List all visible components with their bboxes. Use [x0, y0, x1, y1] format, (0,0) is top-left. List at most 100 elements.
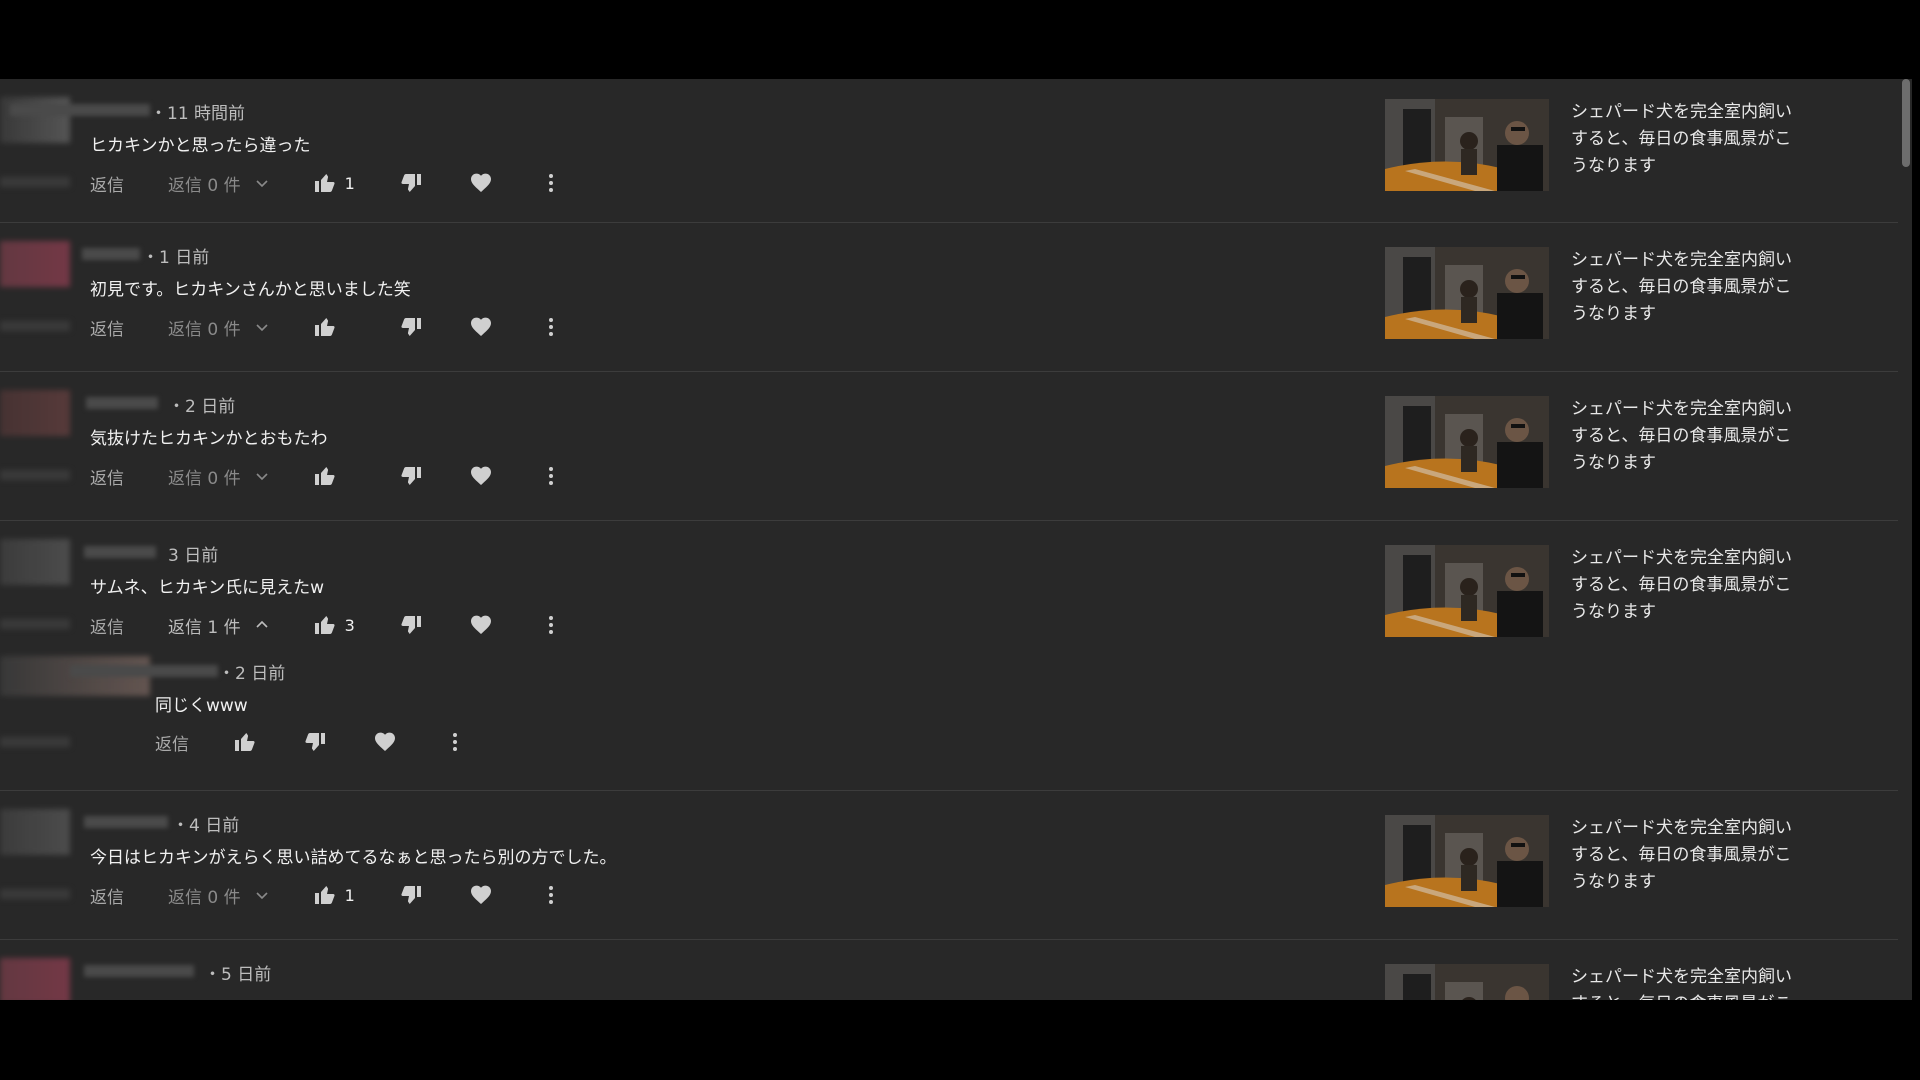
reply-count-label: 返信 0 件 [168, 175, 241, 196]
comment-actions: 返信 返信 0 件 1 [90, 880, 563, 910]
like-button[interactable] [233, 730, 257, 754]
reply-button[interactable]: 返信 [90, 464, 124, 489]
blurred-placeholder [0, 737, 70, 747]
video-thumbnail-image [1385, 247, 1549, 339]
heart-icon [375, 732, 395, 751]
reply-thread: ・2 日前 同じくwww 返信 [0, 641, 1300, 781]
video-title[interactable]: シェパード犬を完全室内飼いすると、毎日の食事風景がこうなります [1571, 247, 1801, 328]
comment-actions: 返信 返信 0 件 [90, 312, 563, 342]
reply-count-toggle[interactable]: 返信 0 件 [168, 315, 269, 340]
comment-time: ・4 日前 [172, 816, 240, 836]
more-vert-icon [453, 733, 457, 751]
dislike-button[interactable] [303, 730, 327, 754]
heart-icon [470, 885, 491, 904]
more-options-button[interactable] [539, 883, 563, 907]
reply-text: 同じくwww [155, 696, 248, 716]
reply-count-label: 返信 0 件 [168, 319, 241, 340]
video-title[interactable]: シェパード犬を完全室内飼いすると、毎日の食事風景がこうなります [1571, 964, 1801, 1000]
heart-icon [470, 173, 491, 192]
blurred-placeholder [0, 321, 70, 331]
like-count: 3 [344, 615, 355, 635]
scrollbar[interactable] [1900, 79, 1912, 1000]
author-name [86, 397, 158, 409]
heart-button[interactable] [469, 315, 493, 339]
more-vert-icon [548, 886, 553, 904]
blurred-placeholder [0, 889, 70, 899]
reply-button[interactable]: 返信 [90, 613, 124, 638]
video-thumbnail[interactable] [1385, 964, 1549, 1000]
blurred-placeholder [0, 177, 70, 187]
reply-count-toggle[interactable]: 返信 0 件 [168, 464, 269, 489]
dislike-button[interactable] [399, 883, 423, 907]
comment-time: 3 日前 [168, 546, 219, 566]
more-vert-icon [548, 616, 553, 634]
reply-count-toggle[interactable]: 返信 1 件 [168, 613, 269, 638]
scrollbar-thumb[interactable] [1902, 79, 1910, 167]
video-thumbnail[interactable] [1385, 247, 1549, 339]
reply-count-toggle[interactable]: 返信 0 件 [168, 171, 269, 196]
video-thumbnail[interactable] [1385, 396, 1549, 488]
thumbs-up-icon [314, 467, 335, 485]
comment-row: ・2 日前 気抜けたヒカキンかとおもたわ 返信 返信 0 件 シェパード犬を完全… [0, 372, 1898, 521]
more-vert-icon [548, 174, 553, 192]
heart-button[interactable] [469, 171, 493, 195]
like-button[interactable] [313, 464, 355, 488]
reply-button[interactable]: 返信 [155, 730, 189, 755]
more-options-button[interactable] [539, 613, 563, 637]
video-thumbnail-image [1385, 99, 1549, 191]
thumbs-up-icon [235, 733, 255, 751]
dislike-button[interactable] [399, 464, 423, 488]
thumbs-up-icon [314, 886, 335, 904]
reply-count-toggle[interactable]: 返信 0 件 [168, 883, 269, 908]
like-count: 1 [344, 173, 355, 193]
comment-row: ・11 時間前 ヒカキンかと思ったら違った 返信 返信 0 件 1 シェパード犬… [0, 79, 1898, 223]
more-options-button[interactable] [443, 730, 467, 754]
video-title[interactable]: シェパード犬を完全室内飼いすると、毎日の食事風景がこうなります [1571, 815, 1801, 896]
more-options-button[interactable] [539, 315, 563, 339]
more-vert-icon [548, 467, 553, 485]
comment-text: サムネ、ヒカキン氏に見えたw [90, 578, 325, 598]
dislike-button[interactable] [399, 613, 423, 637]
heart-button[interactable] [469, 464, 493, 488]
heart-button[interactable] [469, 613, 493, 637]
video-title[interactable]: シェパード犬を完全室内飼いすると、毎日の食事風景がこうなります [1571, 545, 1801, 626]
video-thumbnail-image [1385, 815, 1549, 907]
heart-icon [470, 466, 491, 485]
chevron-down-icon [256, 180, 268, 188]
video-thumbnail[interactable] [1385, 815, 1549, 907]
avatar [0, 241, 70, 287]
video-thumbnail[interactable] [1385, 99, 1549, 191]
dislike-button[interactable] [399, 171, 423, 195]
video-thumbnail[interactable] [1385, 545, 1549, 637]
more-vert-icon [548, 318, 553, 336]
more-options-button[interactable] [539, 171, 563, 195]
more-options-button[interactable] [539, 464, 563, 488]
comment-row: ・1 日前 初見です。ヒカキンさんかと思いました笑 返信 返信 0 件 シェパー… [0, 223, 1898, 372]
reply-button[interactable]: 返信 [90, 883, 124, 908]
thumbs-down-icon [401, 318, 421, 336]
heart-icon [470, 615, 491, 634]
heart-button[interactable] [469, 883, 493, 907]
like-button[interactable]: 3 [313, 613, 355, 637]
comment-row: 3 日前 サムネ、ヒカキン氏に見えたw 返信 返信 1 件 3 シェパード犬を完… [0, 521, 1898, 791]
thumbs-down-icon [401, 467, 421, 485]
comment-text: 初見です。ヒカキンさんかと思いました笑 [90, 280, 411, 300]
thumbs-up-icon [314, 318, 335, 336]
comment-actions: 返信 返信 0 件 1 [90, 168, 563, 198]
comment-row: ・4 日前 今日はヒカキンがえらく思い詰めてるなぁと思ったら別の方でした。 返信… [0, 791, 1898, 940]
like-button[interactable]: 1 [313, 171, 355, 195]
author-name [84, 965, 194, 977]
heart-button[interactable] [373, 730, 397, 754]
video-title[interactable]: シェパード犬を完全室内飼いすると、毎日の食事風景がこうなります [1571, 99, 1801, 180]
reply-author-name [70, 665, 218, 677]
like-button[interactable] [313, 315, 355, 339]
reply-button[interactable]: 返信 [90, 171, 124, 196]
thumbs-down-icon [401, 174, 421, 192]
reply-button[interactable]: 返信 [90, 315, 124, 340]
avatar [0, 390, 70, 436]
heart-icon [470, 317, 491, 336]
like-button[interactable]: 1 [313, 883, 355, 907]
dislike-button[interactable] [399, 315, 423, 339]
video-title[interactable]: シェパード犬を完全室内飼いすると、毎日の食事風景がこうなります [1571, 396, 1801, 477]
comment-time: ・2 日前 [168, 397, 236, 417]
